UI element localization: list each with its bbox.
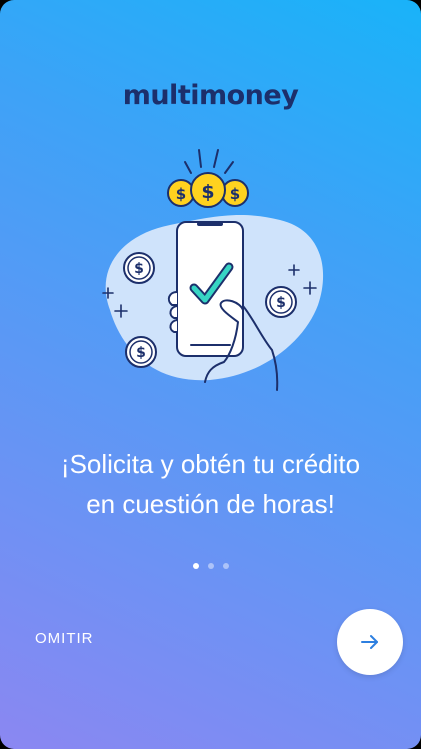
page-dot-2 (207, 563, 214, 569)
phone-approval-coins-illustration: $ $ $ $ $ $ (102, 149, 324, 391)
headline-line-1: ¡Solicita y obtén tu crédito (60, 449, 361, 479)
page-dot-1 (192, 563, 199, 569)
svg-text:$: $ (134, 261, 144, 277)
brand-logo: multimoney (0, 80, 421, 111)
svg-text:$: $ (201, 181, 214, 203)
arrow-right-icon (361, 635, 378, 649)
skip-button[interactable]: OMITIR (35, 630, 94, 647)
brand-logo-text: multimoney (122, 80, 299, 111)
svg-text:$: $ (136, 345, 146, 361)
headline-line-2: en cuestión de horas! (86, 489, 335, 519)
svg-text:$: $ (276, 295, 286, 311)
page-dot-3 (222, 563, 229, 569)
onboarding-screen: multimoney $ $ $ $ $ $ ¡Solicita y obtén… (0, 0, 421, 749)
svg-text:$: $ (176, 185, 186, 203)
page-indicator (0, 563, 421, 569)
next-button[interactable] (337, 609, 403, 675)
headline: ¡Solicita y obtén tu crédito en cuestión… (20, 444, 401, 524)
svg-text:$: $ (230, 185, 240, 203)
